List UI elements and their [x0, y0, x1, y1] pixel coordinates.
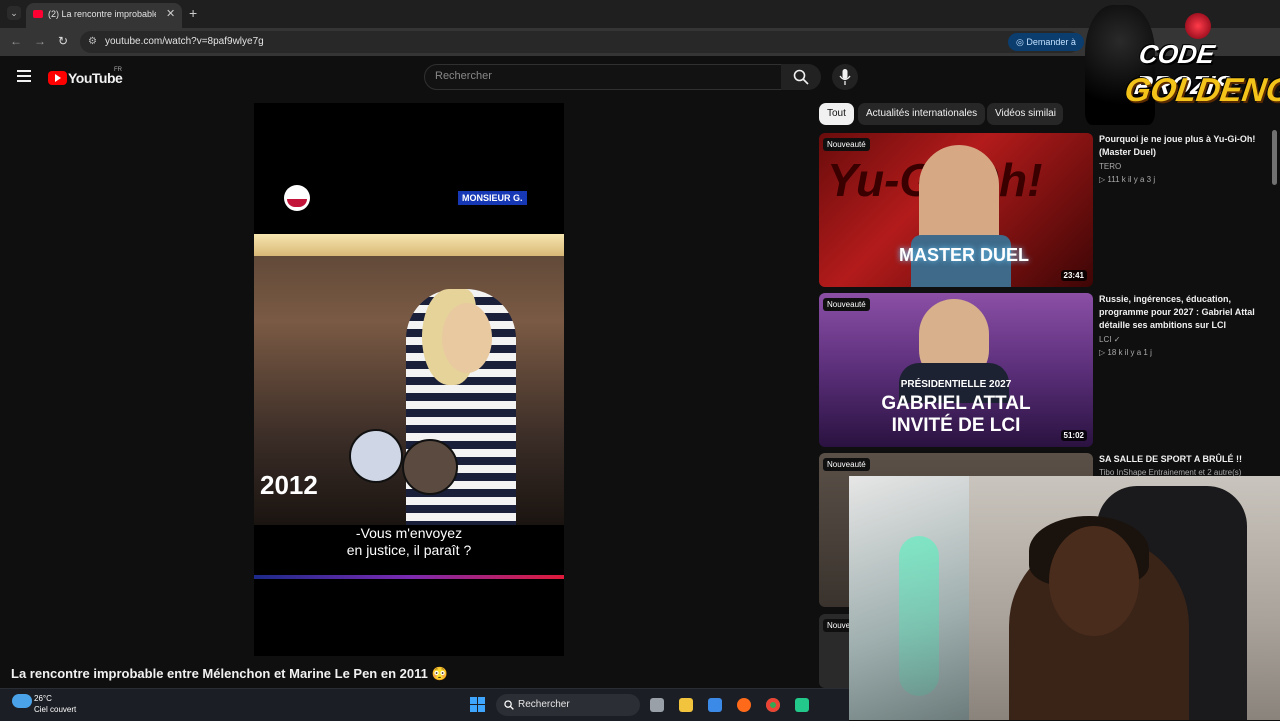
- new-tab-icon[interactable]: +: [189, 5, 197, 21]
- recommendation-title[interactable]: SA SALLE DE SPORT A BRÛLÉ !!: [1099, 453, 1269, 466]
- sponsor-overlay: CODE PROZIS: GOLDENG: [1085, 5, 1280, 125]
- recommendation-item[interactable]: Yu-Gi-Oh! MASTER DUEL Nouveauté 23:41 Po…: [819, 133, 1279, 288]
- task-view-icon[interactable]: [650, 698, 664, 712]
- recommendation-thumbnail[interactable]: Yu-Gi-Oh! MASTER DUEL Nouveauté 23:41: [819, 133, 1093, 287]
- chip-related[interactable]: Vidéos similai: [987, 103, 1063, 125]
- search-input[interactable]: Rechercher: [424, 64, 782, 90]
- product-glow: [899, 536, 939, 696]
- scrollbar-thumb[interactable]: [1272, 130, 1277, 185]
- chrome-icon[interactable]: [766, 698, 780, 712]
- brand-gem-icon: [1185, 13, 1211, 39]
- verified-icon: ✓: [1113, 335, 1121, 344]
- streamer-face: [1049, 526, 1139, 636]
- chip-all[interactable]: Tout: [819, 103, 854, 125]
- subtitle-line-2: en justice, il paraît ?: [346, 542, 472, 558]
- thumbnail-text-1: PRÉSIDENTIELLE 2027: [900, 379, 1012, 390]
- ask-label: Demander à: [1026, 37, 1076, 47]
- microphone-icon: [839, 69, 851, 85]
- search-icon: [793, 69, 809, 85]
- recommendation-meta: ▷ 18 k il y a 1 j: [1099, 348, 1152, 357]
- video-subtitle: -Vous m'envoyez en justice, il paraît ?: [254, 525, 564, 559]
- new-badge: Nouveauté: [823, 138, 870, 151]
- video-overlay-year: 2012: [260, 470, 318, 500]
- video-portrait-left: [349, 429, 403, 483]
- file-explorer-icon[interactable]: [679, 698, 693, 712]
- youtube-play-icon: [48, 70, 67, 85]
- forward-icon[interactable]: →: [34, 34, 46, 48]
- weather-icon[interactable]: [12, 694, 32, 708]
- store-icon[interactable]: [708, 698, 722, 712]
- voice-search-button[interactable]: [832, 64, 858, 90]
- subtitle-line-1: -Vous m'envoyez: [355, 525, 463, 541]
- recommendation-title[interactable]: Pourquoi je ne joue plus à Yu-Gi-Oh! (Ma…: [1099, 133, 1269, 159]
- video-color-bar: [254, 575, 564, 579]
- thumbnail-text-2: GABRIEL ATTAL: [881, 393, 1031, 414]
- recommendation-meta: ▷ 111 k il y a 3 j: [1099, 175, 1156, 184]
- site-info-icon[interactable]: ⚙: [88, 36, 97, 47]
- thumbnail-text-3: INVITÉ DE LCI: [891, 415, 1021, 436]
- recommendation-channel[interactable]: LCI ✓: [1099, 335, 1120, 344]
- video-player[interactable]: MONSIEUR G. 2012 -Vous m'envoyez en just…: [254, 103, 564, 656]
- recommendation-thumbnail[interactable]: PRÉSIDENTIELLE 2027 GABRIEL ATTAL INVITÉ…: [819, 293, 1093, 447]
- chip-world-news[interactable]: Actualités internationales: [858, 103, 986, 125]
- video-ceiling-light: [254, 234, 564, 256]
- channel-logo-icon: [284, 185, 310, 211]
- video-title: La rencontre improbable entre Mélenchon …: [11, 666, 448, 681]
- recommendation-channel[interactable]: TERO: [1099, 162, 1121, 171]
- tab-search-icon[interactable]: ⌄: [7, 6, 21, 20]
- taskbar-search-label: Rechercher: [518, 699, 570, 710]
- search-icon: [504, 700, 514, 710]
- firefox-icon[interactable]: [737, 698, 751, 712]
- menu-icon[interactable]: [17, 70, 31, 85]
- weather-condition: Ciel couvert: [34, 705, 77, 714]
- youtube-logo[interactable]: YouTube FR: [48, 67, 123, 87]
- new-badge: Nouveauté: [823, 298, 870, 311]
- taskbar: 26°C Ciel couvert Rechercher: [0, 688, 849, 721]
- ask-icon: ◎: [1016, 37, 1027, 47]
- recommendation-title[interactable]: Russie, ingérences, éducation, programme…: [1099, 293, 1269, 332]
- video-person-face: [442, 303, 492, 373]
- back-icon[interactable]: ←: [10, 34, 22, 48]
- windows-start-icon[interactable]: [470, 697, 486, 713]
- close-tab-icon[interactable]: ✕: [166, 7, 175, 20]
- webcam-overlay: [849, 476, 1280, 720]
- video-portrait-right: [402, 439, 458, 495]
- address-bar[interactable]: ⚙ youtube.com/watch?v=8paf9wlye7g: [80, 31, 1080, 53]
- recommendation-item[interactable]: PRÉSIDENTIELLE 2027 GABRIEL ATTAL INVITÉ…: [819, 293, 1279, 448]
- thumbnail-text: MASTER DUEL: [899, 245, 1029, 265]
- search-button[interactable]: [781, 64, 821, 90]
- ask-button[interactable]: ◎ Demander à: [1008, 33, 1084, 51]
- sponsor-line-2: GOLDENG: [1122, 71, 1280, 108]
- weather-temperature: 26°C: [34, 694, 52, 703]
- video-overlay-channel: MONSIEUR G.: [458, 191, 527, 205]
- tab-title: (2) La rencontre improbable entre Mélenc…: [48, 9, 156, 19]
- reload-icon[interactable]: ↻: [58, 34, 68, 48]
- url-text: youtube.com/watch?v=8paf9wlye7g: [105, 36, 264, 47]
- region-code: FR: [114, 67, 122, 73]
- channel-name: LCI: [1099, 335, 1112, 344]
- youtube-favicon-icon: [33, 10, 43, 18]
- duration-badge: 51:02: [1060, 430, 1087, 441]
- browser-tab[interactable]: (2) La rencontre improbable entre Mélenc…: [26, 3, 182, 28]
- search-placeholder: Rechercher: [435, 70, 492, 82]
- taskbar-search[interactable]: Rechercher: [496, 694, 640, 716]
- new-badge: Nouveauté: [823, 458, 870, 471]
- duration-badge: 23:41: [1060, 270, 1087, 281]
- app-icon[interactable]: [795, 698, 809, 712]
